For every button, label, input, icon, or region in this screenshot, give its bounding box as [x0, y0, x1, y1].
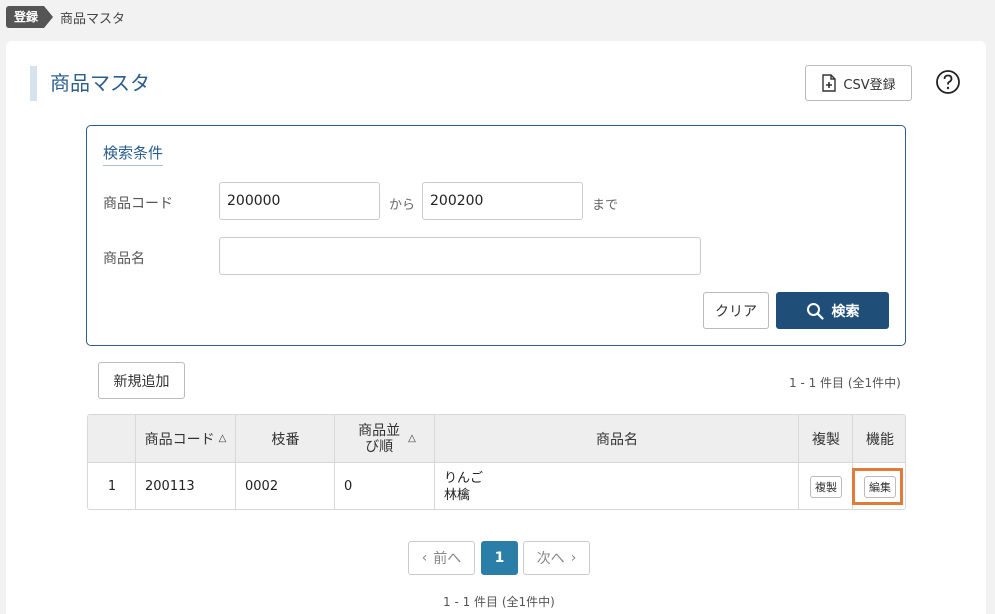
result-count-top: 1 - 1 件目 (全1件中)	[789, 376, 901, 390]
clear-button[interactable]: クリア	[703, 292, 769, 329]
row-duplicate-cell: 複製	[798, 463, 853, 509]
search-panel: 検索条件 商品コード から まで 商品名 クリア 検索	[86, 125, 906, 346]
add-new-button[interactable]: 新規追加	[98, 362, 185, 399]
search-button[interactable]: 検索	[776, 292, 889, 329]
header-product-name: 商品名	[434, 415, 799, 462]
duplicate-button[interactable]: 複製	[810, 475, 842, 498]
header-branch: 枝番	[235, 415, 335, 462]
sort-asc-icon[interactable]: △	[219, 433, 227, 444]
row-no: 1	[107, 479, 117, 494]
next-page-button[interactable]: 次へ ›	[523, 541, 590, 575]
prev-page-label: 前へ	[433, 551, 462, 567]
result-count-bottom: 1 - 1 件目 (全1件中)	[443, 595, 555, 609]
header-branch-label: 枝番	[271, 431, 300, 448]
header-function-label: 機能	[866, 431, 894, 448]
file-plus-icon	[822, 74, 837, 92]
page-title: 商品マスタ	[50, 71, 150, 95]
product-table: 商品コード △ 枝番 商品並び順 △ 商品名 複製 機能 1 200113 00…	[87, 414, 906, 510]
row-product-name-kana: りんご	[444, 470, 484, 486]
sort-asc-icon[interactable]: △	[408, 433, 416, 444]
breadcrumb-current: 商品マスタ	[60, 11, 126, 27]
search-button-label: 検索	[831, 303, 860, 320]
header-product-code[interactable]: 商品コード △	[135, 415, 235, 462]
table-row: 1 200113 0002 0 りんご 林檎 複製 編集	[88, 463, 905, 509]
chevron-right-icon: ›	[570, 550, 577, 566]
row-product-code: 200113	[135, 463, 235, 509]
row-sort-order: 0	[334, 463, 435, 509]
add-new-button-label: 新規追加	[113, 373, 170, 390]
csv-import-label: CSV登録	[843, 77, 896, 93]
header-no	[88, 415, 136, 462]
row-product-name: りんご 林檎	[434, 463, 799, 509]
next-page-label: 次へ	[536, 551, 565, 567]
breadcrumb-tag[interactable]: 登録	[6, 6, 54, 28]
header-sort-order-label: 商品並び順	[358, 422, 401, 455]
to-text: まで	[592, 198, 619, 213]
header-product-name-label: 商品名	[596, 431, 638, 448]
from-text: から	[389, 198, 416, 213]
product-code-from-input[interactable]	[219, 182, 380, 220]
search-panel-title: 検索条件	[103, 142, 164, 166]
page-1-button[interactable]: 1	[481, 541, 518, 575]
table-header: 商品コード △ 枝番 商品並び順 △ 商品名 複製 機能	[88, 415, 905, 463]
product-code-label: 商品コード	[103, 196, 173, 212]
row-product-name-kanji: 林檎	[444, 487, 471, 503]
header-duplicate: 複製	[798, 415, 853, 462]
clear-button-label: クリア	[715, 303, 757, 320]
product-name-label: 商品名	[103, 251, 145, 267]
edit-highlight-frame	[852, 468, 903, 505]
csv-import-button[interactable]: CSV登録	[805, 65, 912, 101]
main-card: 商品マスタ CSV登録 検索条件 商品コード から まで 商品名 クリア	[6, 41, 986, 614]
header-duplicate-label: 複製	[812, 431, 840, 448]
header-function: 機能	[852, 415, 905, 462]
chevron-left-icon: ‹	[421, 550, 428, 566]
row-branch: 0002	[235, 463, 335, 509]
header-product-code-label: 商品コード	[144, 431, 215, 448]
prev-page-button[interactable]: ‹ 前へ	[408, 541, 475, 575]
header-sort-order[interactable]: 商品並び順 △	[334, 415, 435, 462]
product-name-input[interactable]	[219, 237, 701, 275]
search-icon	[806, 302, 824, 320]
title-accent-bar	[30, 66, 37, 101]
breadcrumb: 登録 商品マスタ	[6, 6, 125, 28]
product-code-to-input[interactable]	[422, 182, 583, 220]
help-icon[interactable]	[935, 69, 961, 95]
